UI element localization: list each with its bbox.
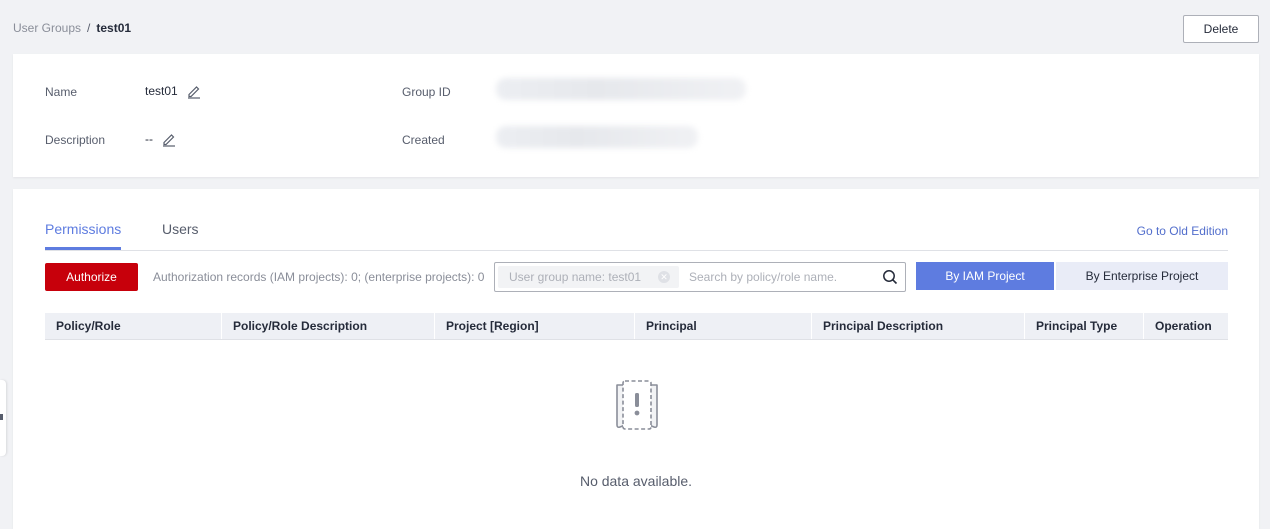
active-tab-indicator xyxy=(45,247,121,250)
breadcrumb-user-groups-link[interactable]: User Groups xyxy=(13,21,81,35)
by-enterprise-project-button[interactable]: By Enterprise Project xyxy=(1056,262,1228,290)
column-header-principal[interactable]: Principal xyxy=(635,313,812,339)
edit-name-pencil-icon[interactable] xyxy=(186,83,202,99)
breadcrumb-separator: / xyxy=(87,21,91,35)
authorize-button[interactable]: Authorize xyxy=(45,263,138,291)
permissions-card: Permissions Users Go to Old Edition Auth… xyxy=(13,189,1259,529)
group-id-redacted xyxy=(496,78,746,100)
empty-state-text: No data available. xyxy=(579,473,693,489)
column-header-principal-type[interactable]: Principal Type xyxy=(1025,313,1144,339)
column-header-policy-role[interactable]: Policy/Role xyxy=(45,313,222,339)
name-value-row: test01 xyxy=(145,83,202,99)
breadcrumb-current: test01 xyxy=(96,21,132,35)
tab-bar: Permissions Users Go to Old Edition xyxy=(45,219,1228,251)
description-value-row: -- xyxy=(145,131,177,147)
column-header-policy-role-description[interactable]: Policy/Role Description xyxy=(222,313,435,339)
chip-close-icon[interactable]: ✕ xyxy=(658,271,670,283)
collapse-arrow-icon xyxy=(0,414,3,420)
column-header-project-region[interactable]: Project [Region] xyxy=(435,313,635,339)
delete-button[interactable]: Delete xyxy=(1183,15,1259,43)
search-icon[interactable] xyxy=(882,269,898,285)
authorization-records-text: Authorization records (IAM projects): 0;… xyxy=(153,270,485,284)
filter-chip: User group name: test01 ✕ xyxy=(498,266,679,288)
permissions-table-header: Policy/Role Policy/Role Description Proj… xyxy=(45,313,1228,340)
tab-users[interactable]: Users xyxy=(162,221,199,237)
empty-box-icon xyxy=(609,379,665,431)
side-panel-handle[interactable] xyxy=(0,380,6,456)
name-label: Name xyxy=(45,85,78,99)
created-label: Created xyxy=(402,133,445,147)
top-bar: User Groups / test01 Delete xyxy=(0,0,1270,56)
column-header-operation: Operation xyxy=(1155,319,1212,333)
tab-permissions[interactable]: Permissions xyxy=(45,221,121,237)
group-details-card: Name test01 Description -- Group ID Crea… xyxy=(13,54,1259,177)
edit-description-pencil-icon[interactable] xyxy=(161,131,177,147)
by-iam-project-button[interactable]: By IAM Project xyxy=(916,262,1054,290)
breadcrumb: User Groups / test01 xyxy=(13,21,131,35)
column-header-principal-description[interactable]: Principal Description xyxy=(812,313,1025,339)
created-redacted xyxy=(496,126,698,148)
filter-chip-label: User group name: test01 xyxy=(509,270,642,284)
group-id-label: Group ID xyxy=(402,85,451,99)
search-input[interactable] xyxy=(689,267,869,287)
go-to-old-edition-link[interactable]: Go to Old Edition xyxy=(1137,224,1228,238)
description-label: Description xyxy=(45,133,106,147)
policy-search-box: User group name: test01 ✕ xyxy=(494,262,906,292)
description-value: -- xyxy=(145,132,153,146)
name-value: test01 xyxy=(145,84,178,98)
